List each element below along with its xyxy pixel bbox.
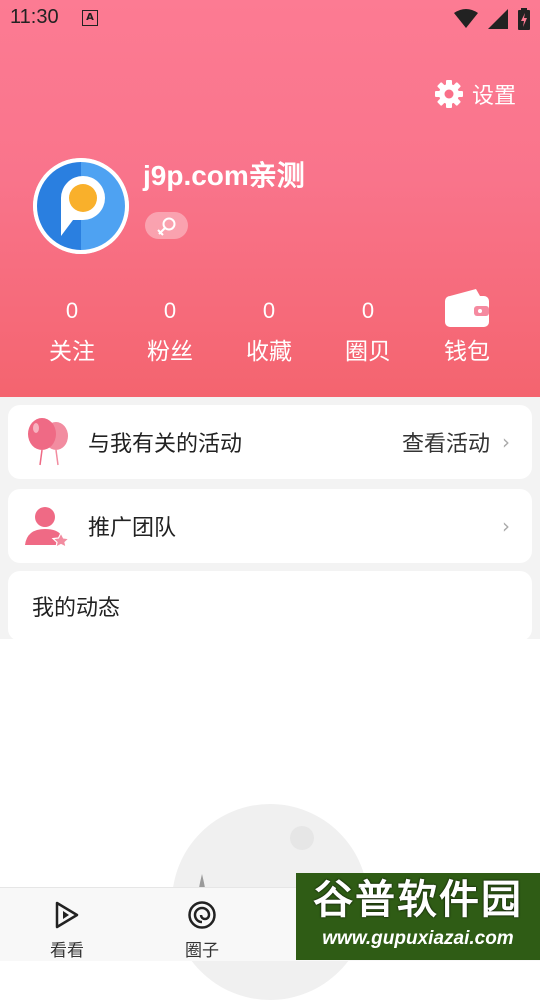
chevron-right-icon: ›: [502, 430, 510, 454]
username: j9p.com亲测: [143, 160, 305, 191]
gear-icon: [434, 80, 463, 108]
watermark-url: www.gupuxiazai.com: [322, 928, 514, 949]
stat-coins[interactable]: 0 圈贝: [318, 296, 418, 370]
stats-row: 0 关注 0 粉丝 0 收藏 0 圈贝 钱包: [0, 289, 540, 376]
watermark-title: 谷普软件园: [313, 877, 523, 923]
signal-icon: [488, 9, 508, 29]
balloons-icon-wrap: [8, 417, 88, 467]
stat-fans-count: 0: [163, 298, 177, 323]
my-activities-title: 与我有关的活动: [88, 432, 243, 457]
stat-coins-label: 圈贝: [345, 339, 391, 365]
stat-favorites-label: 收藏: [246, 339, 292, 365]
stat-coins-count: 0: [361, 298, 375, 323]
gender-badge: [145, 212, 188, 239]
stat-favorites-count: 0: [262, 298, 276, 323]
promotion-team-arrow: ›: [502, 514, 532, 538]
settings-label: 设置: [471, 84, 516, 109]
avatar[interactable]: [33, 158, 129, 254]
chevron-right-icon: ›: [502, 514, 510, 538]
user-star-icon: [25, 507, 71, 547]
my-dynamics-title: 我的动态: [32, 596, 121, 621]
wallet-icon: [445, 289, 489, 327]
notification-a-icon: A: [82, 10, 98, 26]
tab-kankan-label: 看看: [50, 941, 84, 961]
view-activities-link[interactable]: 查看活动 ›: [402, 426, 532, 458]
settings-button[interactable]: 设置: [434, 78, 516, 110]
profile-header: 11:30 A 设置 j9p.com亲测 0 关注 0 粉丝 0 收藏 0 圈贝…: [0, 0, 540, 397]
stat-follow-label: 关注: [49, 339, 95, 365]
wallet-icon-wrap: [417, 289, 517, 327]
balloons-icon: [28, 418, 68, 466]
stat-fans[interactable]: 0 粉丝: [120, 296, 220, 370]
tab-quanzi[interactable]: 圈子: [152, 888, 252, 961]
status-bar: 11:30 A: [0, 0, 540, 36]
stat-follow[interactable]: 0 关注: [22, 296, 122, 370]
stat-fans-label: 粉丝: [147, 339, 193, 365]
empty-bubble: [290, 826, 314, 850]
stat-favorites[interactable]: 0 收藏: [219, 296, 319, 370]
my-activities-row[interactable]: 与我有关的活动 查看活动 ›: [8, 405, 532, 479]
wifi-icon: [454, 9, 478, 28]
battery-icon: [518, 8, 530, 30]
stat-follow-count: 0: [65, 298, 79, 323]
play-icon: [55, 901, 79, 929]
wallet-button[interactable]: 钱包: [417, 289, 517, 370]
avatar-logo-icon: [33, 158, 129, 254]
tab-quanzi-label: 圈子: [185, 941, 219, 961]
circle-icon: [188, 901, 216, 929]
promotion-team-row[interactable]: 推广团队 ›: [8, 489, 532, 563]
status-icons: [454, 8, 530, 30]
wallet-label: 钱包: [444, 339, 490, 365]
team-icon-wrap: [8, 505, 88, 547]
my-dynamics-section: 我的动态: [8, 571, 532, 641]
tab-kankan[interactable]: 看看: [17, 888, 117, 961]
promotion-team-title: 推广团队: [88, 516, 177, 541]
status-time: 11:30: [10, 6, 59, 28]
watermark-logo: 谷普软件园 www.gupuxiazai.com: [296, 873, 540, 960]
view-activities-label: 查看活动: [401, 432, 490, 457]
female-icon: [156, 217, 175, 236]
